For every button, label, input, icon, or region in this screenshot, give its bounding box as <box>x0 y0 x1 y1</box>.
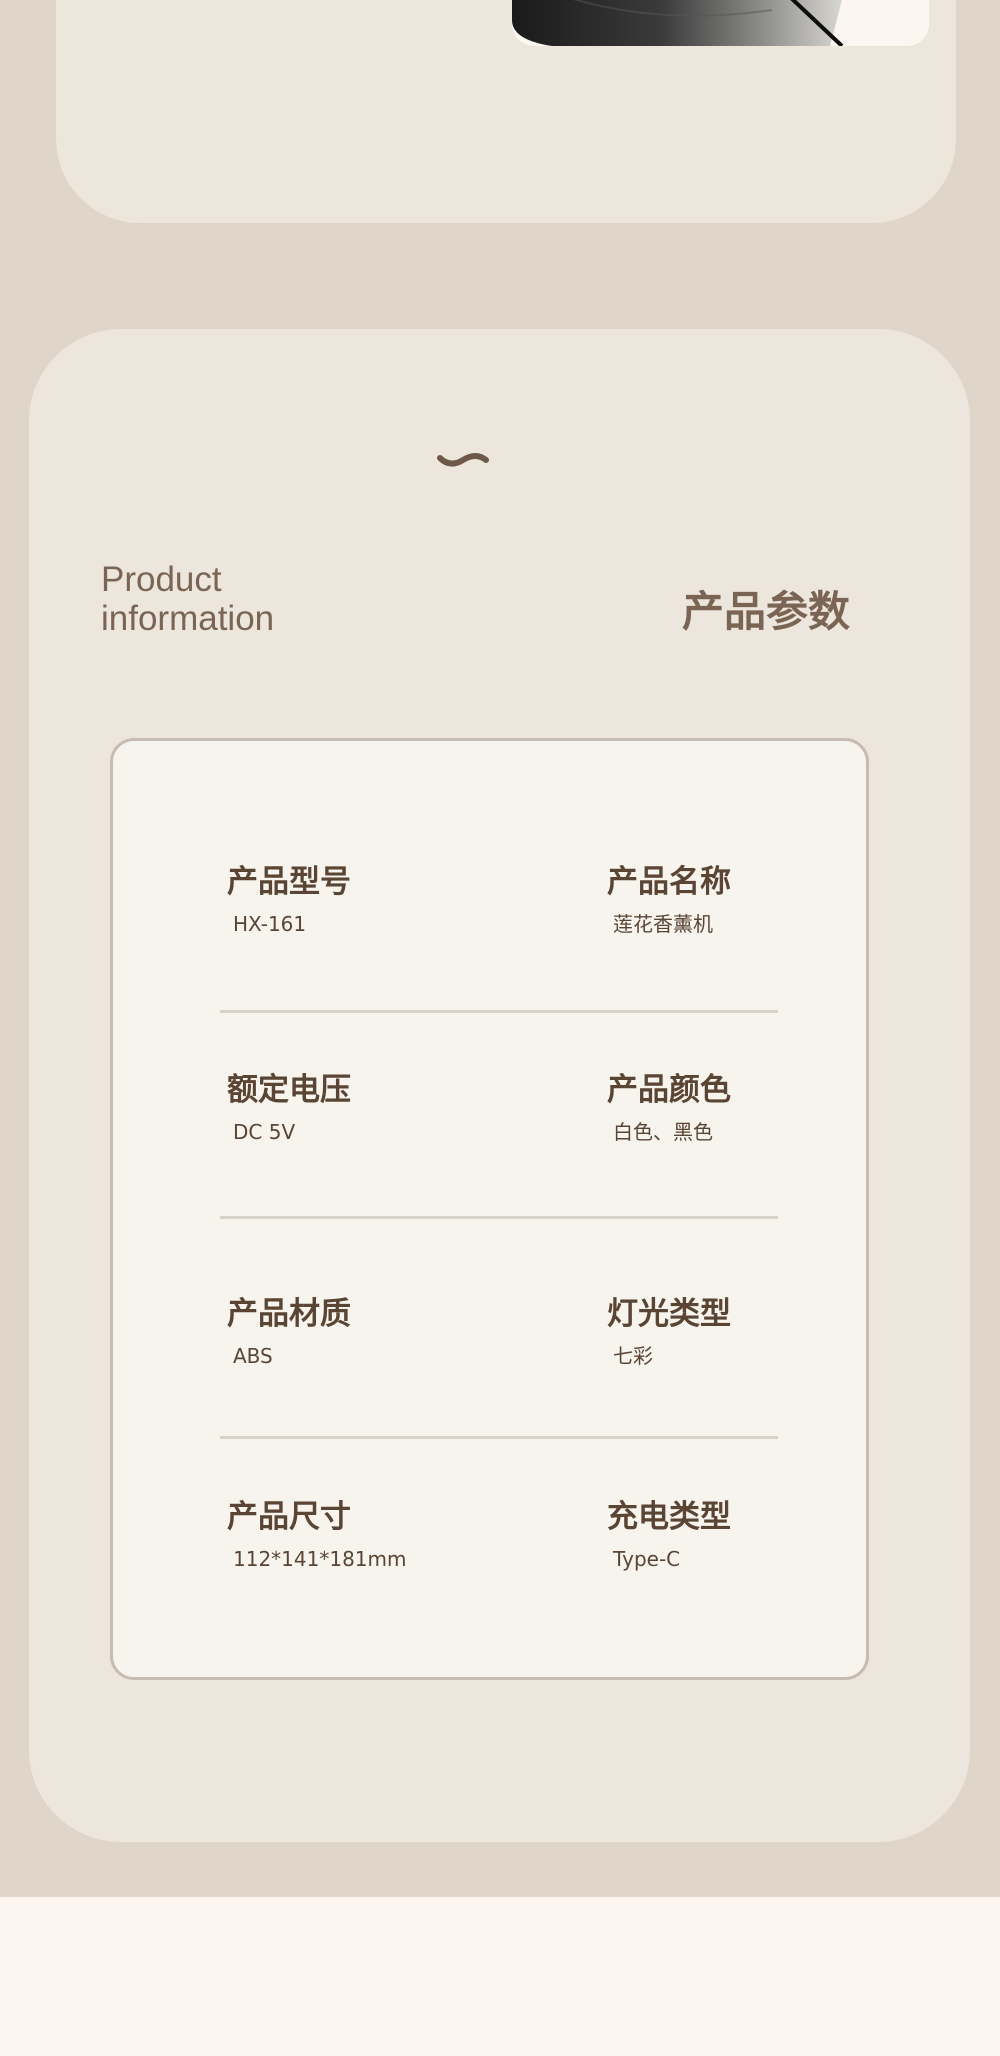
spec-value: 莲花香薰机 <box>613 912 713 936</box>
spec-label: 灯光类型 <box>607 1296 731 1332</box>
spec-label: 产品材质 <box>227 1296 351 1332</box>
spec-model: 产品型号 HX-161 <box>227 862 351 938</box>
row-divider <box>220 1010 778 1013</box>
row-divider <box>220 1436 778 1439</box>
spec-label: 产品颜色 <box>607 1072 731 1108</box>
product-photo-cropped <box>512 0 929 46</box>
spec-value: 七彩 <box>613 1344 653 1368</box>
spec-value: HX-161 <box>233 912 307 936</box>
spec-label: 产品名称 <box>607 864 731 900</box>
spec-light-type: 灯光类型 七彩 <box>607 1294 731 1370</box>
row-divider <box>220 1216 778 1219</box>
spec-value: Type-C <box>613 1547 681 1571</box>
spec-charging-type: 充电类型 Type-C <box>607 1497 731 1573</box>
spec-value: DC 5V <box>233 1120 296 1144</box>
spec-label: 充电类型 <box>607 1499 731 1535</box>
spec-label: 产品型号 <box>227 864 351 900</box>
spec-value: 白色、黑色 <box>613 1120 713 1144</box>
spec-size: 产品尺寸 112*141*181mm <box>227 1497 407 1573</box>
spec-value: 112*141*181mm <box>233 1547 407 1571</box>
tilde-icon <box>437 453 489 467</box>
spec-voltage: 额定电压 DC 5V <box>227 1070 351 1146</box>
spec-product-name: 产品名称 莲花香薰机 <box>607 862 731 938</box>
spec-label: 额定电压 <box>227 1072 351 1108</box>
spec-color: 产品颜色 白色、黑色 <box>607 1070 731 1146</box>
spec-material: 产品材质 ABS <box>227 1294 351 1370</box>
spec-label: 产品尺寸 <box>227 1499 351 1535</box>
spec-value: ABS <box>233 1344 273 1368</box>
spec-table: 产品型号 HX-161 产品名称 莲花香薰机 额定电压 DC 5V 产品颜色 白… <box>110 738 869 1680</box>
section-heading-english: Product information <box>101 560 275 638</box>
section-heading-chinese: 产品参数 <box>682 587 851 636</box>
